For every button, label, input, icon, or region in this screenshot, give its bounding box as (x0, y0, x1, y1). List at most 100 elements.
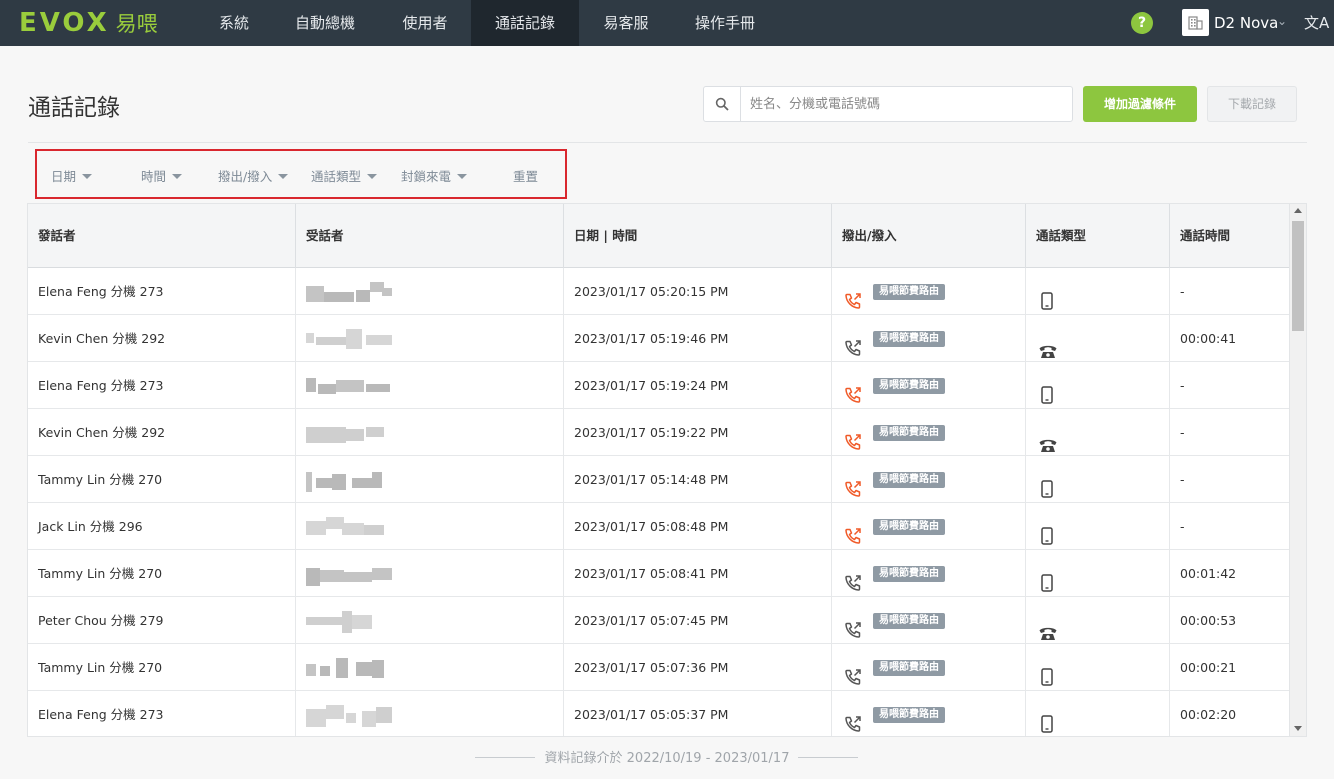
caller-cell: Elena Feng 分機 273 (28, 691, 296, 736)
search-icon[interactable] (704, 87, 741, 121)
call-type-cell (1026, 268, 1170, 315)
col-header-duration[interactable]: 通話時間 (1170, 204, 1289, 268)
datetime-cell: 2023/01/17 05:07:45 PM (564, 597, 832, 644)
caret-down-icon (457, 174, 468, 179)
scroll-up-arrow-icon[interactable] (1294, 208, 1302, 213)
filter-bar-highlight (35, 149, 567, 199)
filter-reset[interactable]: 重置 (513, 166, 538, 185)
table-row[interactable]: Tammy Lin 分機 270 2023/01/17 05:07:36 PM 易喂… (28, 644, 1289, 691)
duration-cell: - (1180, 425, 1185, 440)
col-header-datetime[interactable]: 日期 | 時間 (564, 204, 832, 268)
route-badge: 易喂節費路由 (873, 472, 945, 488)
chevron-down-icon[interactable]: ⌄ (1277, 14, 1287, 28)
redacted-callee (306, 372, 394, 400)
redacted-callee (306, 560, 394, 588)
help-icon[interactable]: ? (1131, 12, 1153, 34)
filter-date-label: 日期 (51, 169, 77, 184)
org-name[interactable]: D2 Nova (1214, 0, 1278, 46)
call-log-table: 發話者 受話者 日期 | 時間 撥出/撥入 通話類型 通話時間 Elena Fe… (27, 203, 1290, 737)
table-row[interactable]: Elena Feng 分機 273 2023/01/17 05:20:15 PM 易… (28, 268, 1289, 315)
duration-cell: 00:02:20 (1180, 707, 1237, 722)
caller-cell: Peter Chou 分機 279 (28, 597, 296, 644)
callee-cell (296, 315, 564, 362)
filter-call-type[interactable]: 通話類型 (311, 166, 378, 185)
table-row[interactable]: Kevin Chen 分機 292 2023/01/17 05:19:46 PM 易… (28, 315, 1289, 362)
outgoing-missed-call-icon (844, 423, 862, 450)
table-row[interactable]: Kevin Chen 分機 292 2023/01/17 05:19:22 PM 易… (28, 409, 1289, 456)
nav-item-call-log[interactable]: 通話記錄 (471, 0, 579, 46)
filter-blocked-label: 封鎖來電 (401, 169, 452, 184)
callee-cell (296, 456, 564, 503)
outgoing-call-icon (844, 705, 862, 732)
logo[interactable]: EVOX 易喂 (19, 8, 158, 38)
filter-time-label: 時間 (141, 169, 167, 184)
duration-cell: 00:00:21 (1180, 660, 1237, 675)
outgoing-call-icon (844, 329, 862, 356)
filter-call-type-label: 通話類型 (311, 169, 362, 184)
direction-cell: 易喂節費路由 (832, 456, 1026, 503)
table-row[interactable]: Elena Feng 分機 273 2023/01/17 05:05:37 PM 易… (28, 691, 1289, 736)
table-header: 發話者 受話者 日期 | 時間 撥出/撥入 通話類型 通話時間 (28, 204, 1289, 268)
outgoing-missed-call-icon (844, 376, 862, 403)
route-badge: 易喂節費路由 (873, 660, 945, 676)
direction-cell: 易喂節費路由 (832, 268, 1026, 315)
nav-item-system[interactable]: 系統 (204, 0, 264, 46)
data-range-note: 資料記錄介於 2022/10/19 - 2023/01/17 (544, 751, 790, 766)
table-row[interactable]: Tammy Lin 分機 270 2023/01/17 05:14:48 PM 易喂… (28, 456, 1289, 503)
table-row[interactable]: Elena Feng 分機 273 2023/01/17 05:19:24 PM 易… (28, 362, 1289, 409)
outgoing-missed-call-icon (844, 470, 862, 497)
call-type-cell (1026, 597, 1170, 644)
nav-item-auto-attendant[interactable]: 自動總機 (280, 0, 370, 46)
scrollbar[interactable] (1290, 203, 1307, 737)
filter-date[interactable]: 日期 (51, 166, 93, 185)
callee-cell (296, 597, 564, 644)
route-badge: 易喂節費路由 (873, 378, 945, 394)
search-input[interactable] (750, 94, 1060, 114)
table-row[interactable]: Jack Lin 分機 296 2023/01/17 05:08:48 PM 易喂節… (28, 503, 1289, 550)
col-header-direction[interactable]: 撥出/撥入 (832, 204, 1026, 268)
footer-line-right (798, 757, 858, 758)
building-icon[interactable] (1182, 9, 1209, 36)
caller-cell: Tammy Lin 分機 270 (28, 644, 296, 691)
datetime-cell: 2023/01/17 05:20:15 PM (564, 268, 832, 315)
route-badge: 易喂節費路由 (873, 519, 945, 535)
scroll-thumb[interactable] (1292, 221, 1304, 331)
call-type-cell (1026, 315, 1170, 362)
col-header-caller[interactable]: 發話者 (28, 204, 296, 268)
redacted-callee (306, 701, 394, 729)
route-badge: 易喂節費路由 (873, 331, 945, 347)
logo-text: EVOX (19, 8, 110, 38)
callee-cell (296, 409, 564, 456)
top-nav: EVOX 易喂 系統 自動總機 使用者 通話記錄 易客服 操作手冊 ? D2 N… (0, 0, 1334, 46)
nav-item-users[interactable]: 使用者 (388, 0, 462, 46)
filter-time[interactable]: 時間 (141, 166, 183, 185)
caller-cell: Elena Feng 分機 273 (28, 268, 296, 315)
duration-cell: - (1180, 472, 1185, 487)
call-type-cell (1026, 362, 1170, 409)
scroll-down-arrow-icon[interactable] (1294, 726, 1302, 731)
add-filter-button[interactable]: 增加過濾條件 (1083, 86, 1197, 122)
divider (28, 142, 1307, 143)
table-row[interactable]: Tammy Lin 分機 270 2023/01/17 05:08:41 PM 易喂… (28, 550, 1289, 597)
table-row[interactable]: Peter Chou 分機 279 2023/01/17 05:07:45 PM 易… (28, 597, 1289, 644)
redacted-callee (306, 513, 394, 541)
caret-down-icon (172, 174, 183, 179)
direction-cell: 易喂節費路由 (832, 597, 1026, 644)
redacted-callee (306, 466, 394, 494)
direction-cell: 易喂節費路由 (832, 409, 1026, 456)
col-header-callee[interactable]: 受話者 (296, 204, 564, 268)
callee-cell (296, 362, 564, 409)
filter-direction[interactable]: 撥出/撥入 (218, 166, 289, 185)
mobile-phone-icon (1040, 705, 1054, 736)
nav-item-customer-service[interactable]: 易客服 (588, 0, 664, 46)
download-button[interactable]: 下載記錄 (1207, 86, 1297, 122)
callee-cell (296, 503, 564, 550)
nav-item-manual[interactable]: 操作手冊 (680, 0, 770, 46)
caller-cell: Kevin Chen 分機 292 (28, 315, 296, 362)
col-header-call-type[interactable]: 通話類型 (1026, 204, 1170, 268)
filter-blocked[interactable]: 封鎖來電 (401, 166, 468, 185)
route-badge: 易喂節費路由 (873, 425, 945, 441)
translate-icon[interactable]: 文A (1304, 12, 1329, 33)
duration-cell: - (1180, 378, 1185, 393)
datetime-cell: 2023/01/17 05:19:46 PM (564, 315, 832, 362)
